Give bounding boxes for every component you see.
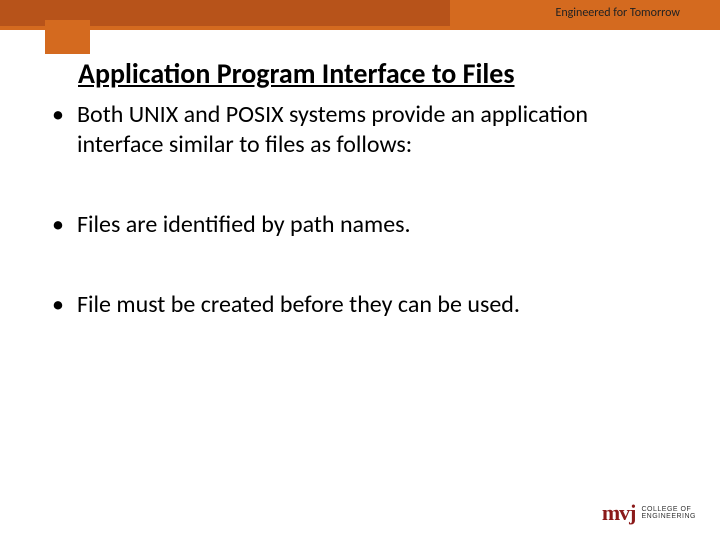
logo-line2: ENGINEERING xyxy=(641,513,696,520)
logo-line1: COLLEGE OF xyxy=(641,506,691,513)
title-tab xyxy=(45,20,90,54)
slide-title: Application Program Interface to Files xyxy=(78,56,515,91)
logo-mark: mvj xyxy=(602,500,636,526)
bullet-list: Both UNIX and POSIX systems provide an a… xyxy=(52,100,672,360)
tagline: Engineered for Tomorrow xyxy=(555,6,680,20)
list-item: Files are identified by path names. xyxy=(52,210,672,240)
logo-text: COLLEGE OF ENGINEERING xyxy=(641,506,696,521)
slide: Engineered for Tomorrow Application Prog… xyxy=(0,0,720,540)
footer-logo: mvj COLLEGE OF ENGINEERING xyxy=(602,500,696,526)
list-item: File must be created before they can be … xyxy=(52,290,672,320)
list-item: Both UNIX and POSIX systems provide an a… xyxy=(52,100,672,160)
